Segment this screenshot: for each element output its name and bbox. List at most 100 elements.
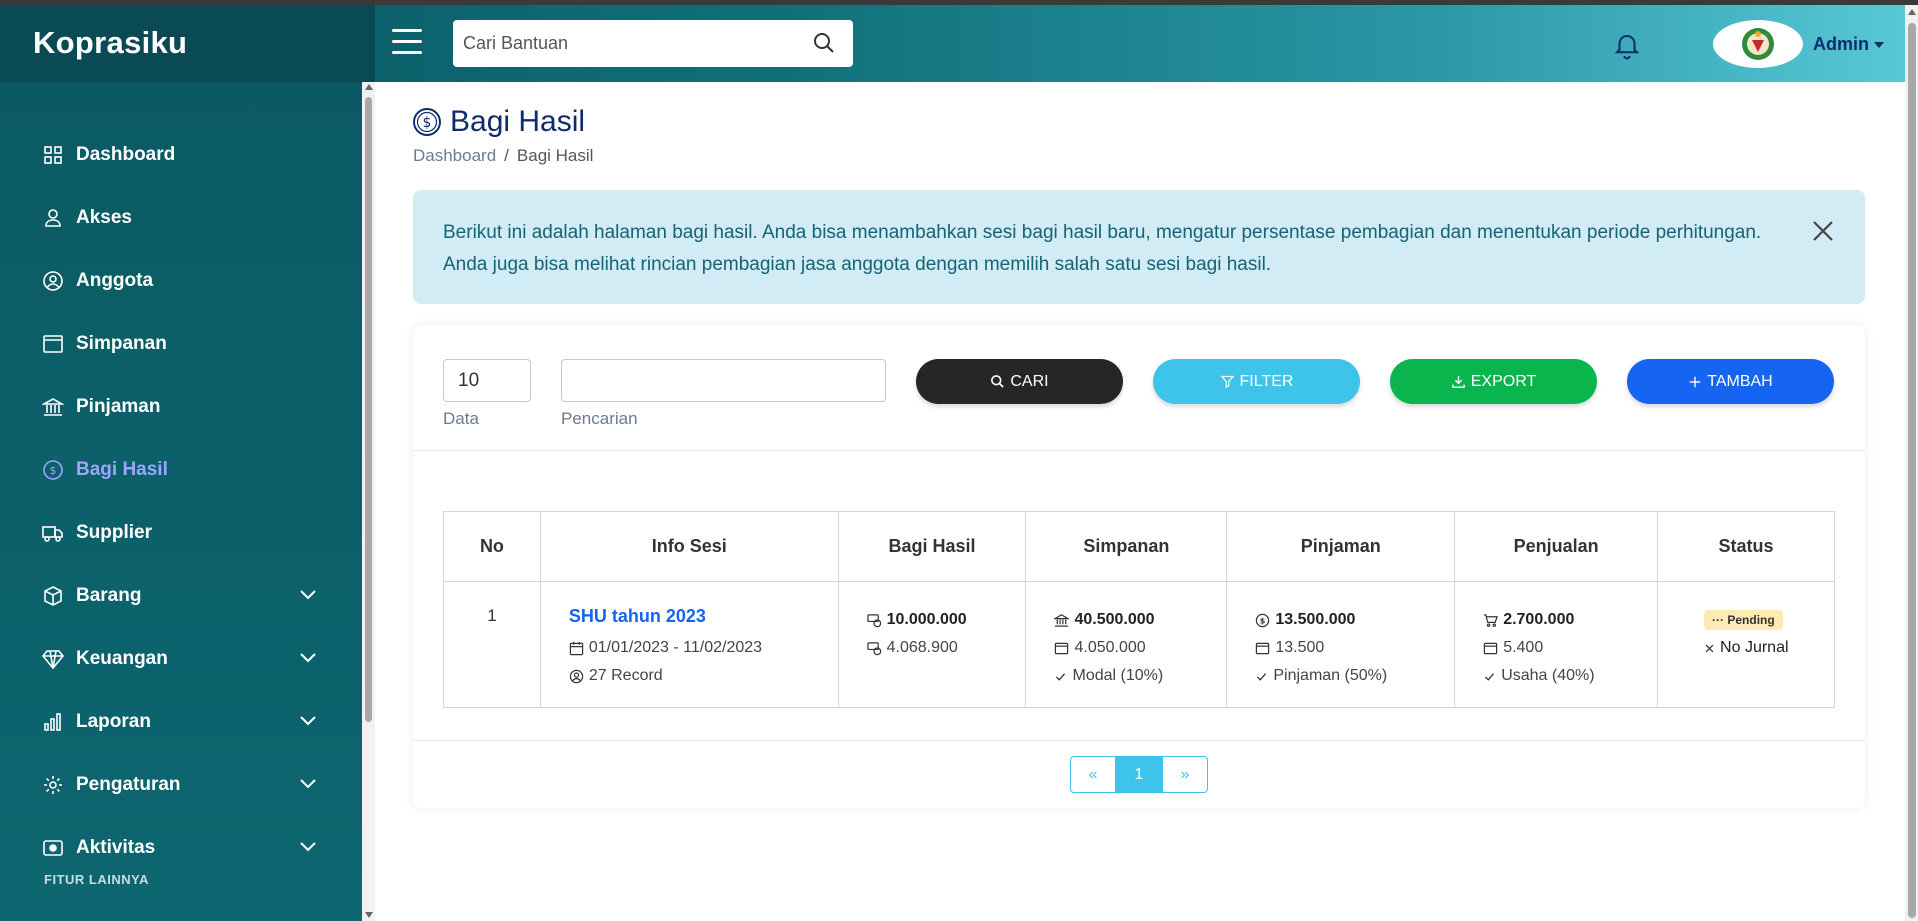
chevron-down-icon (300, 590, 316, 600)
user-circle-icon (43, 271, 63, 291)
sidebar-item-label: Aktivitas (76, 837, 156, 858)
scroll-up-icon[interactable] (365, 84, 373, 90)
status-jurnal: No Jurnal (1704, 634, 1834, 662)
sidebar-item-akses[interactable]: Akses (0, 197, 355, 237)
card-footer: « 1 » (413, 740, 1865, 808)
pinjaman-pct: Pinjaman (50%) (1255, 662, 1454, 690)
page-scrollbar-thumb[interactable] (1908, 23, 1916, 918)
bell-icon[interactable] (1612, 30, 1642, 62)
sidebar-item-anggota[interactable]: Anggota (0, 260, 355, 300)
box-icon (44, 586, 62, 606)
simpanan-jasa-text: 4.050.000 (1074, 639, 1146, 656)
pinjaman-jasa: 13.500 (1255, 634, 1454, 662)
sidebar-scrollbar[interactable] (362, 82, 375, 921)
close-icon[interactable] (1810, 218, 1836, 244)
column-header-pinjaman: Pinjaman (1226, 511, 1456, 582)
column-header-status: Status (1657, 511, 1835, 582)
penjualan-total-text: 2.700.000 (1503, 611, 1575, 628)
sidebar-item-supplier[interactable]: Supplier (0, 512, 355, 552)
column-header-no: No (443, 511, 541, 582)
chevron-down-icon (300, 653, 316, 663)
dollar-circle-icon: $ (413, 108, 441, 136)
simpanan-pct-text: Modal (10%) (1072, 667, 1164, 684)
sidebar-item-label: Bagi Hasil (76, 459, 168, 480)
bank-icon (42, 398, 64, 416)
pagination-next[interactable]: » (1162, 756, 1208, 793)
record-icon (43, 840, 63, 856)
scroll-up-icon[interactable] (1908, 9, 1916, 15)
bar-chart-icon (44, 713, 61, 731)
sidebar-item-label: Supplier (76, 522, 153, 543)
chevron-down-icon (300, 716, 316, 726)
pinjaman-jasa-text: 13.500 (1275, 639, 1325, 656)
sidebar-item-barang[interactable]: Barang (0, 575, 355, 615)
brand-area: Koprasiku (0, 5, 375, 82)
pagination-page-1[interactable]: 1 (1116, 756, 1162, 793)
brand-logo[interactable]: Koprasiku (33, 25, 187, 61)
sidebar-section-label: FITUR LAINNYA (44, 872, 149, 887)
table-row[interactable]: 1 SHU tahun 2023 01/01/2023 - 11/02/2023… (443, 581, 1835, 708)
filter-button[interactable]: FILTER (1153, 359, 1360, 404)
caret-down-icon (1874, 42, 1884, 49)
penjualan-jasa-text: 5.400 (1503, 639, 1544, 656)
sidebar-item-bagi-hasil[interactable]: $ Bagi Hasil (0, 449, 355, 489)
help-search-input[interactable] (463, 28, 793, 58)
scroll-down-icon[interactable] (365, 912, 373, 918)
breadcrumb-home-link[interactable]: Dashboard (413, 146, 496, 165)
penjualan-total: 2.700.000 (1483, 606, 1657, 634)
window-icon (43, 335, 63, 353)
page-scrollbar[interactable] (1905, 5, 1918, 921)
status-badge: ··· Pending (1704, 610, 1783, 630)
table-toolbar: Data Pencarian CARI FILTER EXPORT TAMBAH (413, 325, 1865, 451)
bagi-hasil-total-text: 10.000.000 (886, 611, 967, 628)
status-jurnal-text: No Jurnal (1720, 639, 1789, 656)
user-circle-icon (569, 669, 584, 683)
search-icon (991, 375, 1005, 388)
status-badge-wrap: ··· Pending (1704, 606, 1834, 634)
avatar[interactable] (1713, 20, 1803, 68)
bagi-hasil-card: Data Pencarian CARI FILTER EXPORT TAMBAH… (413, 325, 1865, 808)
sidebar-item-simpanan[interactable]: Simpanan (0, 323, 355, 363)
admin-menu[interactable]: Admin (1813, 34, 1884, 55)
simpanan-jasa: 4.050.000 (1054, 634, 1226, 662)
check-icon (1485, 672, 1495, 681)
tambah-button[interactable]: TAMBAH (1627, 359, 1834, 404)
export-button-label: EXPORT (1470, 372, 1537, 390)
grid-icon (44, 146, 62, 164)
sidebar-item-label: Dashboard (76, 144, 176, 165)
penjualan-pct-text: Usaha (40%) (1501, 667, 1595, 684)
sidebar-item-label: Pengaturan (76, 774, 181, 795)
export-button[interactable]: EXPORT (1390, 359, 1597, 404)
sidebar-item-aktivitas[interactable]: Aktivitas (0, 827, 355, 867)
bagi-hasil-table: No Info Sesi Bagi Hasil Simpanan Pinjama… (443, 511, 1835, 708)
sidebar-item-pinjaman[interactable]: Pinjaman (0, 386, 355, 426)
sesi-records: 27 Record (569, 662, 838, 690)
user-icon (45, 209, 61, 227)
menu-toggle-button[interactable] (392, 29, 422, 59)
pagination-prev[interactable]: « (1070, 756, 1116, 793)
column-header-penjualan: Penjualan (1454, 511, 1659, 582)
sesi-link[interactable]: SHU tahun 2023 (569, 606, 838, 634)
window-icon (1256, 642, 1270, 654)
chevron-down-icon (300, 842, 316, 852)
sidebar-item-label: Barang (76, 585, 142, 606)
svg-text:$: $ (1260, 616, 1266, 625)
cari-button[interactable]: CARI (916, 359, 1123, 404)
pencarian-input[interactable] (561, 359, 886, 402)
download-icon (1451, 375, 1465, 388)
sidebar-item-dashboard[interactable]: Dashboard (0, 134, 355, 174)
sidebar-item-pengaturan[interactable]: Pengaturan (0, 764, 355, 804)
dollar-circle-icon: $ (1256, 613, 1270, 627)
sidebar-item-label: Keuangan (76, 648, 168, 669)
search-icon[interactable] (812, 31, 836, 55)
window-icon (1483, 642, 1498, 654)
sidebar: Dashboard Akses Anggota Simpanan Pinjama… (0, 82, 375, 921)
sidebar-item-keuangan[interactable]: Keuangan (0, 638, 355, 678)
sidebar-scrollbar-thumb[interactable] (365, 97, 372, 722)
data-per-page-label: Data (443, 409, 479, 428)
data-per-page-input[interactable] (443, 359, 531, 402)
bagi-hasil-dibagi: 4.068.900 (866, 634, 1026, 662)
tambah-button-label: TAMBAH (1707, 372, 1773, 390)
sidebar-item-laporan[interactable]: Laporan (0, 701, 355, 741)
sesi-period: 01/01/2023 - 11/02/2023 (569, 634, 838, 662)
